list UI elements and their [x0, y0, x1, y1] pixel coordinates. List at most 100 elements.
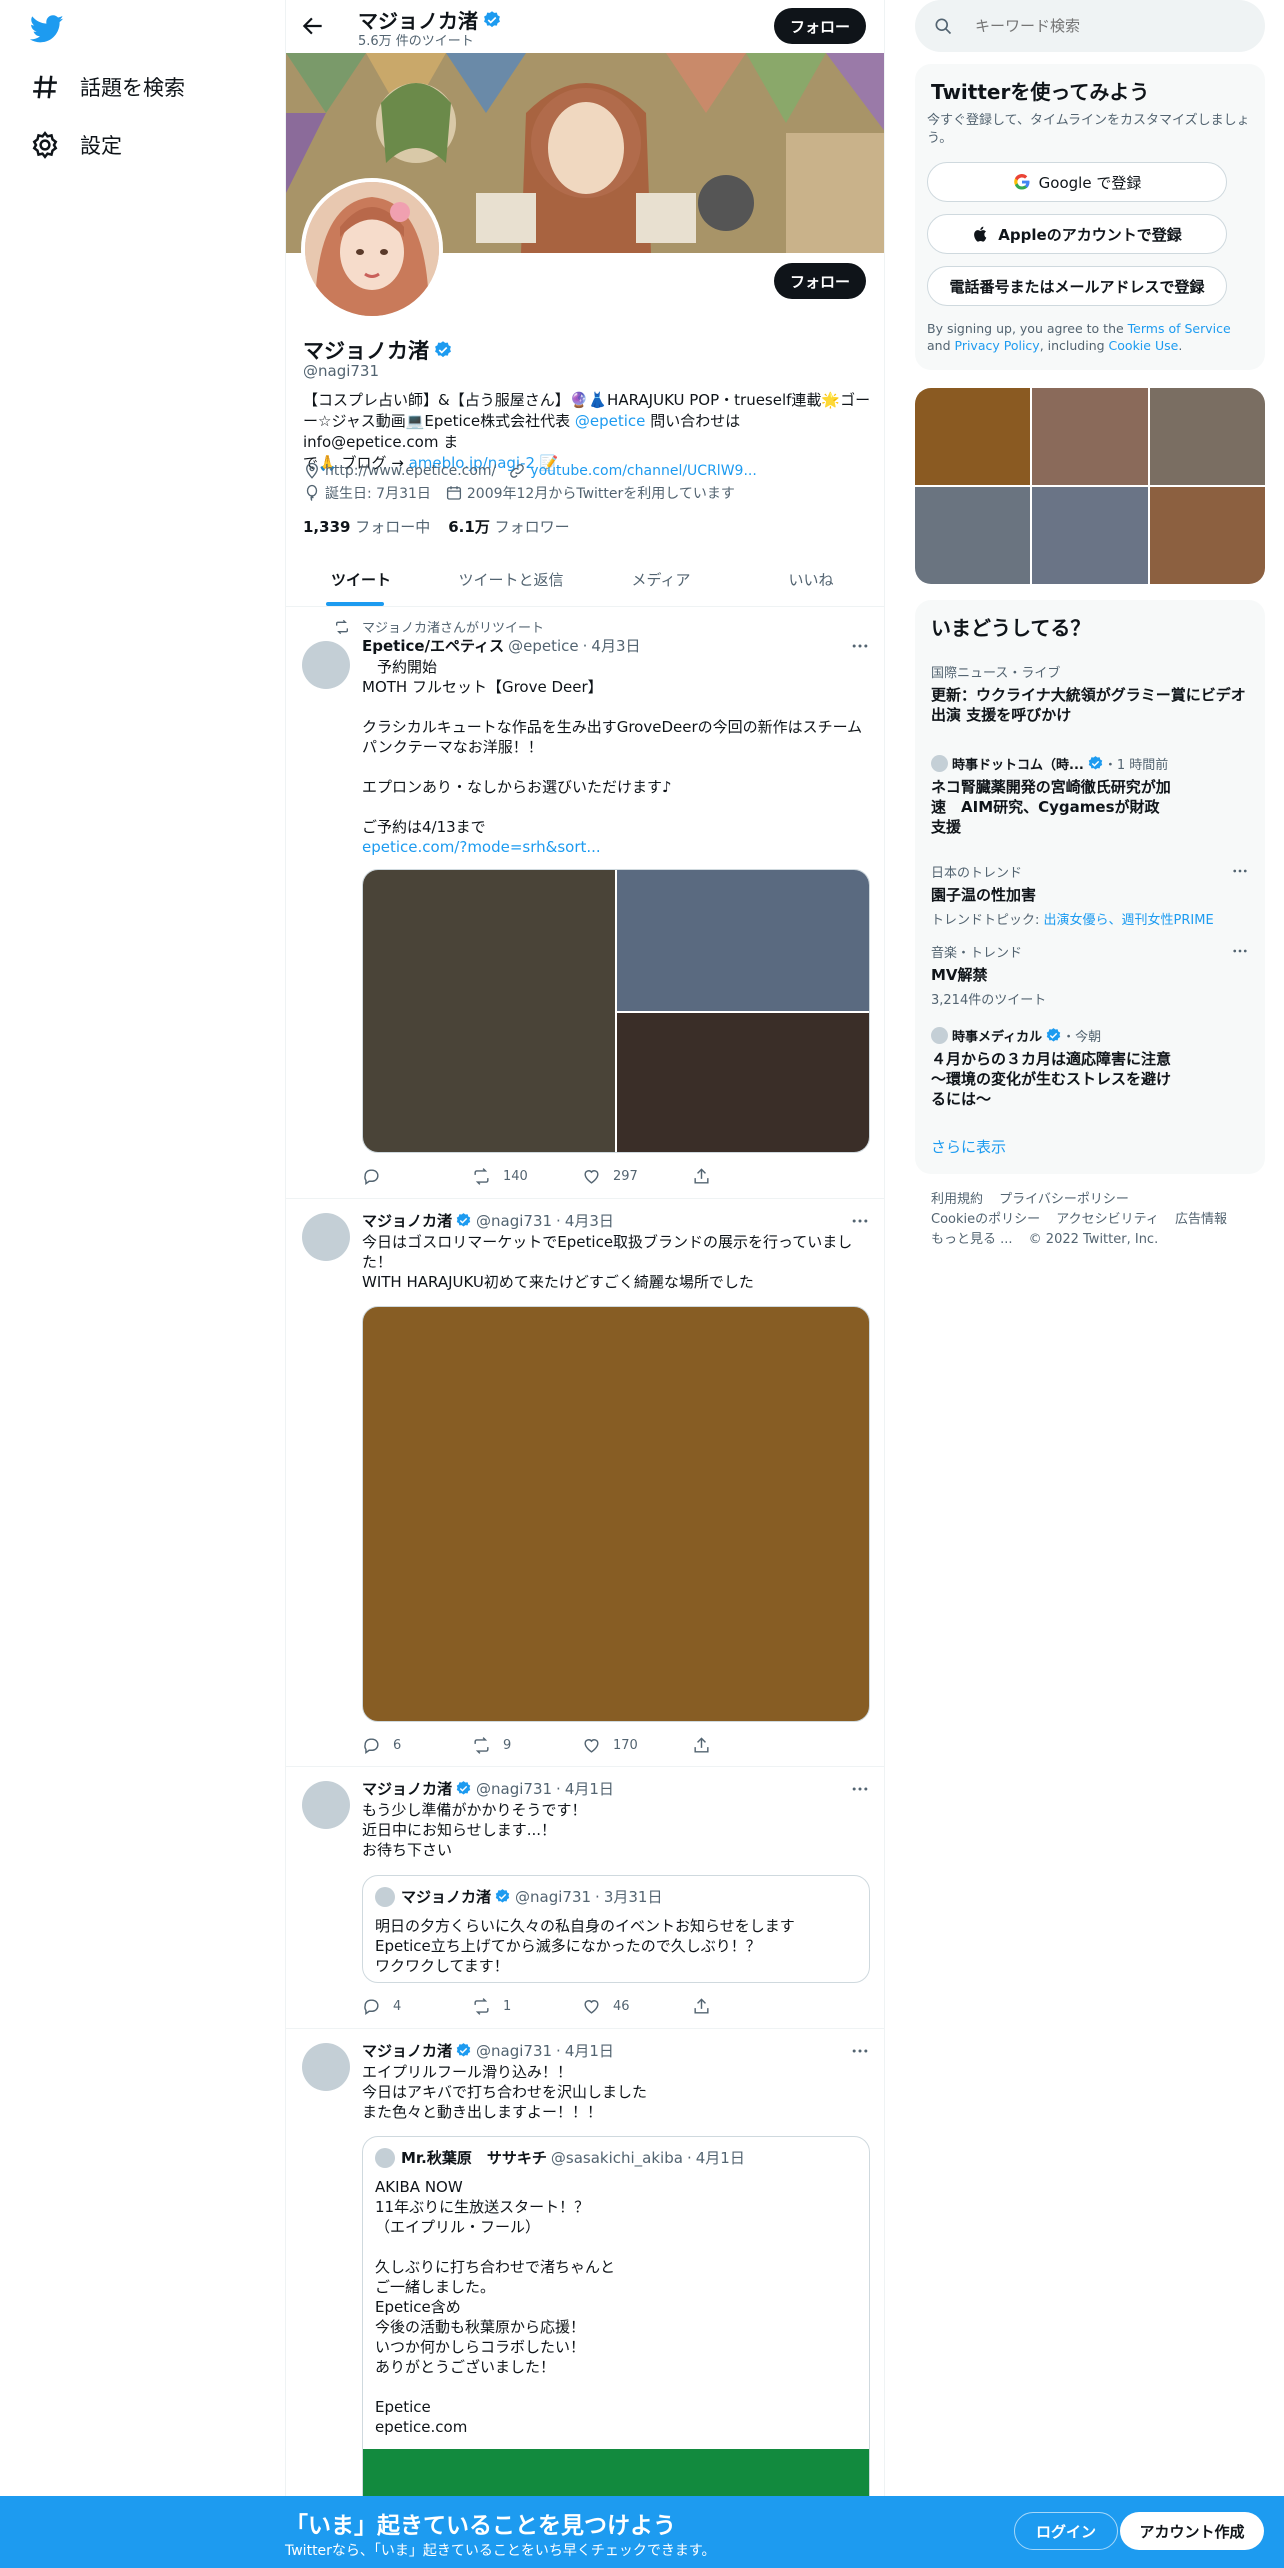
media-thumbnail[interactable]	[1032, 388, 1148, 485]
more-options-icon[interactable]	[850, 1779, 870, 1799]
tab-tweets[interactable]: ツイート	[286, 553, 436, 606]
profile-follow-button[interactable]: フォロー	[774, 263, 866, 299]
trend-item[interactable]: 音楽・トレンド MV解禁 3,214件のツイート	[931, 942, 1249, 1008]
tweet[interactable]: マジョノカ渚 @nagi731 · 4月1日 エイプリルフール滑り込み！！ 今日…	[286, 2029, 884, 2568]
trend-item[interactable]: 国際ニュース・ライブ 更新：ウクライナ大統領がグラミー賞にビデオ出演 支援を呼び…	[931, 662, 1249, 725]
footer-row: 利用規約 プライバシーポリシー	[931, 1190, 1251, 1210]
header-follow-button[interactable]: フォロー	[774, 8, 866, 44]
nav-settings[interactable]: 設定	[30, 120, 122, 170]
tweet-image[interactable]	[362, 1306, 870, 1722]
google-signup-button[interactable]: Google で登録	[927, 162, 1227, 202]
media-thumbnail[interactable]	[915, 487, 1031, 584]
like-button[interactable]: 46	[582, 1997, 692, 2016]
login-button[interactable]: ログイン	[1014, 2512, 1118, 2550]
trend-sub-label: トレンドトピック:	[931, 913, 1044, 928]
footer-link-ads[interactable]: 広告情報	[1175, 1212, 1227, 1227]
footer-link-privacy[interactable]: プライバシーポリシー	[999, 1192, 1129, 1207]
footer-link-terms[interactable]: 利用規約	[931, 1192, 983, 1207]
tweet-image[interactable]	[363, 870, 615, 1152]
avatar[interactable]	[302, 1781, 350, 1829]
privacy-link[interactable]: Privacy Policy	[955, 338, 1040, 353]
like-button[interactable]: 170	[582, 1736, 692, 1755]
tweet-author-name[interactable]: マジョノカ渚	[362, 2040, 452, 2061]
tweet-date[interactable]: 4月1日	[565, 1778, 614, 1799]
media-thumbnail[interactable]	[1149, 487, 1265, 584]
profile-youtube-link[interactable]: youtube.com/channel/UCRlW9...	[530, 463, 757, 479]
trend-item[interactable]: 時事メディカル ・今朝 ４月からの３カ月は適応障害に注意～環境の変化が生むストレ…	[931, 1026, 1249, 1109]
nav-explore[interactable]: 話題を検索	[30, 62, 185, 112]
search-box[interactable]	[915, 0, 1265, 52]
tweet-author-name[interactable]: マジョノカ渚	[362, 1778, 452, 1799]
reply-button[interactable]: 4	[362, 1997, 472, 2016]
retweet-count: 140	[503, 1169, 528, 1184]
profile-website-text: http://www.epetice.com/	[325, 463, 497, 479]
twitter-logo-icon[interactable]	[30, 12, 70, 52]
cookie-link[interactable]: Cookie Use	[1109, 338, 1179, 353]
tweet-link[interactable]: epetice.com/?mode=srh&sort...	[362, 837, 872, 857]
tab-media[interactable]: メディア	[586, 553, 736, 606]
quoted-tweet[interactable]: マジョノカ渚 @nagi731 · 3月31日 明日の夕方くらいに久々の私自身の…	[362, 1875, 870, 1983]
terms-link[interactable]: Terms of Service	[1128, 321, 1231, 336]
quote-header: マジョノカ渚 @nagi731 · 3月31日	[375, 1886, 662, 1907]
tweet[interactable]: マジョノカ渚さんがリツイート Epetice/エペティス @epetice · …	[286, 607, 884, 1199]
footer-link-accessibility[interactable]: アクセシビリティ	[1056, 1212, 1159, 1227]
more-options-icon[interactable]	[850, 2041, 870, 2061]
tweet-dot: ·	[582, 636, 588, 655]
trend-item[interactable]: 時事ドットコム（時... ・1 時間前 ネコ腎臓薬開発の宮崎徹氏研究が加速 AI…	[931, 754, 1249, 837]
show-more-link[interactable]: さらに表示	[931, 1136, 1006, 1157]
apple-signup-button[interactable]: Appleのアカウントで登録	[927, 214, 1227, 254]
avatar[interactable]	[302, 1213, 350, 1261]
quote-text: AKIBA NOW 11年ぶりに生放送スタート！？ （エイプリル・フール） 久し…	[375, 2178, 616, 2436]
like-button[interactable]: 297	[582, 1167, 692, 1186]
reply-button[interactable]	[362, 1167, 472, 1186]
quote-date: 3月31日	[603, 1888, 663, 1906]
tweet-date[interactable]: 4月3日	[591, 635, 640, 656]
more-options-icon[interactable]	[850, 1211, 870, 1231]
trend-item[interactable]: 日本のトレンド 園子温の性加害 トレンドトピック: 出演女優ら、週刊女性PRIM…	[931, 862, 1249, 928]
followers-link[interactable]: 6.1万 フォロワー	[448, 516, 569, 537]
media-thumbnail[interactable]	[915, 388, 1031, 485]
tweet-author-name[interactable]: Epetice/エペティス	[362, 635, 504, 656]
share-button[interactable]	[692, 1167, 802, 1186]
tweet[interactable]: マジョノカ渚 @nagi731 · 4月3日 今日はゴスロリマーケットでEpet…	[286, 1199, 884, 1767]
retweet-button[interactable]: 140	[472, 1167, 582, 1186]
tweet-image[interactable]	[617, 870, 869, 1011]
trend-sub-links[interactable]: 出演女優ら、週刊女性PRIME	[1044, 913, 1214, 928]
tweet-media-grid[interactable]	[362, 869, 870, 1153]
media-thumbnail[interactable]	[1032, 487, 1148, 584]
following-count: 1,339	[303, 518, 351, 536]
footer-more-link[interactable]: もっと見る ...	[931, 1232, 1013, 1247]
avatar[interactable]	[302, 641, 350, 689]
more-options-icon[interactable]	[1231, 862, 1249, 880]
media-thumbnail[interactable]	[1149, 388, 1265, 485]
tweet-date[interactable]: 4月3日	[565, 1210, 614, 1231]
profile-location: http://www.epetice.com/ youtube.com/chan…	[303, 462, 757, 480]
profile-media-grid	[915, 388, 1265, 584]
tweet-author-name[interactable]: マジョノカ渚	[362, 1210, 452, 1231]
avatar[interactable]	[302, 2043, 350, 2091]
retweet-button[interactable]: 1	[472, 1997, 582, 2016]
back-arrow-icon[interactable]	[300, 13, 326, 39]
retweet-button[interactable]: 9	[472, 1736, 582, 1755]
more-options-icon[interactable]	[850, 636, 870, 656]
search-input[interactable]	[975, 17, 1235, 35]
tweet-text: 予約開始 MOTH フルセット【Grove Deer】 クラシカルキュートな作品…	[362, 658, 863, 836]
trends-title: いまどうしてる？	[931, 616, 1091, 640]
share-button[interactable]	[692, 1736, 802, 1755]
reply-button[interactable]: 6	[362, 1736, 472, 1755]
profile-avatar[interactable]	[301, 178, 443, 320]
signup-button[interactable]: アカウント作成	[1120, 2512, 1264, 2550]
tweet-image[interactable]	[617, 1013, 869, 1152]
tweet-actions: 4 1 46	[362, 1997, 802, 2016]
phone-email-signup-button[interactable]: 電話番号またはメールアドレスで登録	[927, 266, 1227, 306]
more-options-icon[interactable]	[1231, 942, 1249, 960]
tweet-author-handle: @epetice	[508, 636, 579, 655]
following-link[interactable]: 1,339 フォロー中	[303, 516, 430, 537]
tab-likes[interactable]: いいね	[736, 553, 884, 606]
tweet-date[interactable]: 4月1日	[565, 2040, 614, 2061]
bio-mention-link[interactable]: @epetice	[575, 412, 646, 430]
tab-tweets-and-replies[interactable]: ツイートと返信	[436, 553, 586, 606]
footer-link-cookie[interactable]: Cookieのポリシー	[931, 1212, 1040, 1227]
share-button[interactable]	[692, 1997, 802, 2016]
tweet[interactable]: マジョノカ渚 @nagi731 · 4月1日 もう少し準備がかかりそうです！ 近…	[286, 1767, 884, 2029]
